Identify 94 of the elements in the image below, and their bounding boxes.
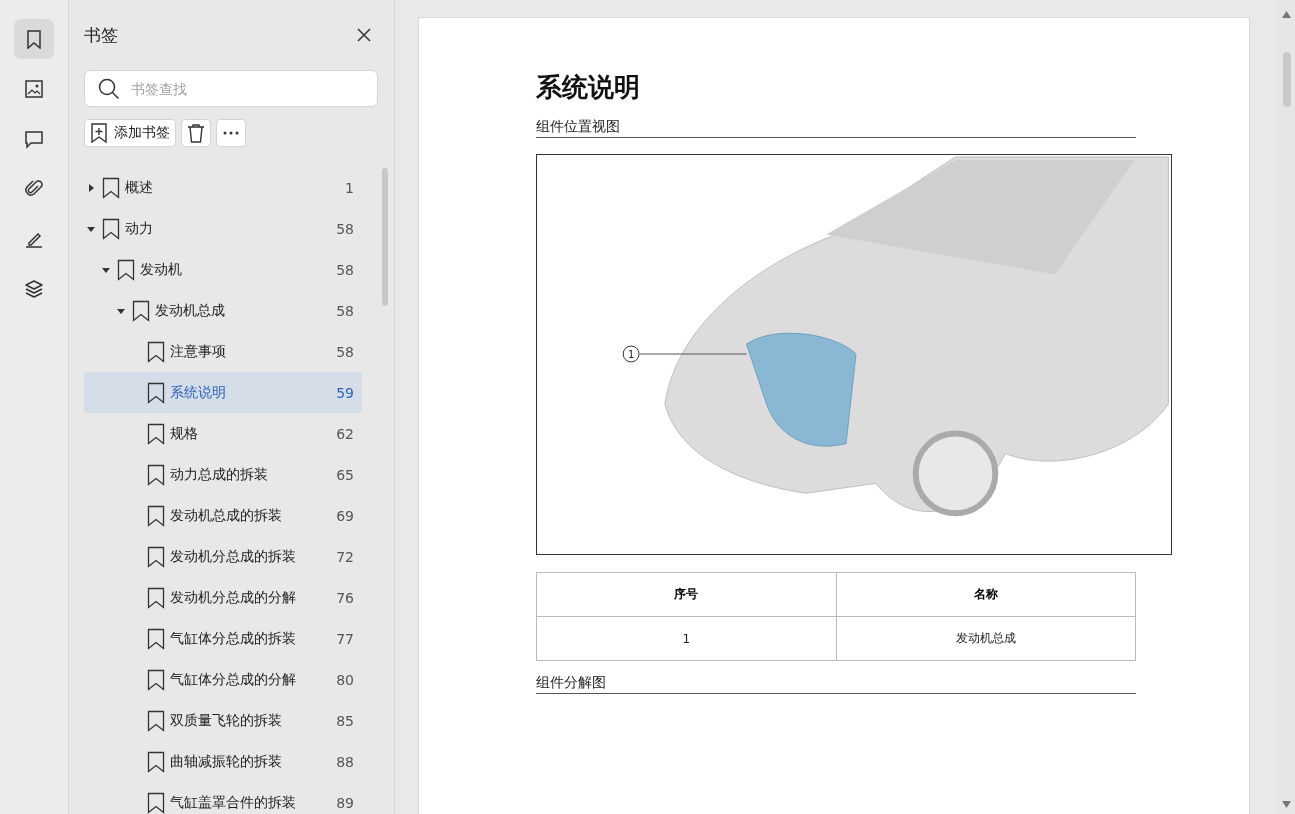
search-icon bbox=[98, 78, 120, 100]
scrollbar-thumb[interactable] bbox=[382, 168, 388, 306]
trash-icon bbox=[187, 123, 205, 143]
page-number: 58 bbox=[335, 343, 354, 360]
scrollbar-thumb[interactable] bbox=[1283, 52, 1291, 107]
panel-title: 书签 bbox=[84, 23, 118, 47]
bookmark-item[interactable]: 发动机分总成的分解 76 bbox=[84, 577, 362, 618]
callout-circle bbox=[622, 345, 640, 363]
image-icon bbox=[24, 79, 44, 99]
bookmark-label: 发动机 bbox=[140, 260, 183, 279]
bookmark-icon bbox=[147, 750, 165, 773]
page-number: 58 bbox=[335, 302, 354, 319]
bookmark-label: 规格 bbox=[170, 424, 199, 443]
column-header: 序号 bbox=[536, 572, 836, 617]
bookmark-item[interactable]: 动力 58 bbox=[84, 208, 362, 249]
table-cell: 1 bbox=[536, 616, 836, 661]
bookmark-icon bbox=[147, 668, 165, 691]
page-number: 89 bbox=[335, 794, 354, 811]
bookmark-label: 双质量飞轮的拆装 bbox=[170, 711, 283, 730]
add-bookmark-button[interactable]: 添加书签 bbox=[84, 119, 176, 147]
expand-triangle-icon[interactable] bbox=[86, 182, 96, 193]
bookmark-icon bbox=[147, 504, 165, 527]
page-number: 59 bbox=[335, 384, 354, 401]
bookmark-icon bbox=[147, 545, 165, 568]
bookmark-label: 注意事项 bbox=[170, 342, 227, 361]
bookmark-icon bbox=[147, 586, 165, 609]
bookmark-label: 发动机分总成的拆装 bbox=[170, 547, 297, 566]
page-number: 58 bbox=[335, 261, 354, 278]
attachment-icon bbox=[24, 179, 44, 199]
page-number: 65 bbox=[335, 466, 354, 483]
bookmark-plus-icon bbox=[90, 123, 108, 143]
bookmark-icon bbox=[147, 340, 165, 363]
bookmark-item[interactable]: 发动机分总成的拆装 72 bbox=[84, 536, 362, 577]
page-number: 85 bbox=[335, 712, 354, 729]
bookmark-item[interactable]: 双质量飞轮的拆装 85 bbox=[84, 700, 362, 741]
page-number: 62 bbox=[335, 425, 354, 442]
bookmark-item[interactable]: 发动机 58 bbox=[84, 249, 362, 290]
page-number: 69 bbox=[335, 507, 354, 524]
bookmark-icon bbox=[147, 381, 165, 404]
bookmark-icon bbox=[147, 627, 165, 650]
bookmark-item[interactable]: 注意事项 58 bbox=[84, 331, 362, 372]
page-number: 77 bbox=[335, 630, 354, 647]
bookmark-icon bbox=[117, 258, 135, 281]
scroll-up-icon[interactable] bbox=[1282, 11, 1291, 18]
close-icon[interactable] bbox=[356, 27, 372, 43]
bookmark-icon bbox=[147, 791, 165, 814]
bookmark-item[interactable]: 气缸盖罩合件的拆装 89 bbox=[84, 782, 362, 814]
bookmark-label: 发动机总成 bbox=[155, 301, 226, 320]
page-number: 88 bbox=[335, 753, 354, 770]
scroll-down-icon[interactable] bbox=[1282, 801, 1291, 808]
page-number: 76 bbox=[335, 589, 354, 606]
page-heading: 系统说明 bbox=[536, 71, 641, 104]
bookmark-item[interactable]: 发动机总成 58 bbox=[84, 290, 362, 331]
bookmark-label: 气缸体分总成的分解 bbox=[170, 670, 297, 689]
bookmark-icon bbox=[147, 709, 165, 732]
bookmark-icon bbox=[147, 422, 165, 445]
layers-icon bbox=[24, 279, 44, 299]
bookmark-label: 发动机总成的拆装 bbox=[170, 506, 283, 525]
bookmark-label: 系统说明 bbox=[170, 383, 227, 402]
bookmark-item[interactable]: 气缸体分总成的拆装 77 bbox=[84, 618, 362, 659]
bookmark-item[interactable]: 发动机总成的拆装 69 bbox=[84, 495, 362, 536]
comment-icon bbox=[24, 129, 44, 149]
search-field[interactable]: 书签查找 bbox=[84, 70, 378, 107]
page-number: 58 bbox=[335, 220, 354, 237]
page-number: 80 bbox=[335, 671, 354, 688]
bookmark-label: 气缸盖罩合件的拆装 bbox=[170, 793, 297, 812]
bookmark-label: 曲轴减振轮的拆装 bbox=[170, 752, 283, 771]
bookmark-label: 动力总成的拆装 bbox=[170, 465, 269, 484]
table-cell: 发动机总成 bbox=[836, 616, 1136, 661]
section-heading: 组件位置视图 bbox=[536, 118, 1136, 138]
page-number: 72 bbox=[335, 548, 354, 565]
delete-button[interactable] bbox=[181, 119, 211, 147]
bookmark-icon bbox=[132, 299, 150, 322]
column-header: 名称 bbox=[836, 572, 1136, 617]
bookmark-label: 动力 bbox=[125, 219, 154, 238]
bookmark-label: 概述 bbox=[125, 178, 154, 197]
bookmark-item[interactable]: 气缸体分总成的分解 80 bbox=[84, 659, 362, 700]
bookmark-label: 发动机分总成的分解 bbox=[170, 588, 297, 607]
vertical-scrollbar[interactable] bbox=[1278, 0, 1295, 814]
bookmark-item[interactable]: 曲轴减振轮的拆装 88 bbox=[84, 741, 362, 782]
bookmark-item[interactable]: 规格 62 bbox=[84, 413, 362, 454]
more-icon bbox=[223, 131, 239, 135]
bookmark-item[interactable]: 概述 1 bbox=[84, 167, 362, 208]
bookmark-icon bbox=[102, 176, 120, 199]
bookmark-item[interactable]: 动力总成的拆装 65 bbox=[84, 454, 362, 495]
callout-number: 1 bbox=[627, 349, 635, 360]
bookmark-icon bbox=[147, 463, 165, 486]
bookmark-label: 气缸体分总成的拆装 bbox=[170, 629, 297, 648]
section-heading: 组件分解图 bbox=[536, 674, 1136, 694]
bookmark-icon bbox=[24, 29, 44, 49]
page-number: 1 bbox=[344, 179, 354, 196]
bookmark-item[interactable]: 系统说明 59 bbox=[84, 372, 362, 413]
bookmark-tool-button[interactable] bbox=[14, 19, 54, 59]
bookmark-icon bbox=[102, 217, 120, 240]
